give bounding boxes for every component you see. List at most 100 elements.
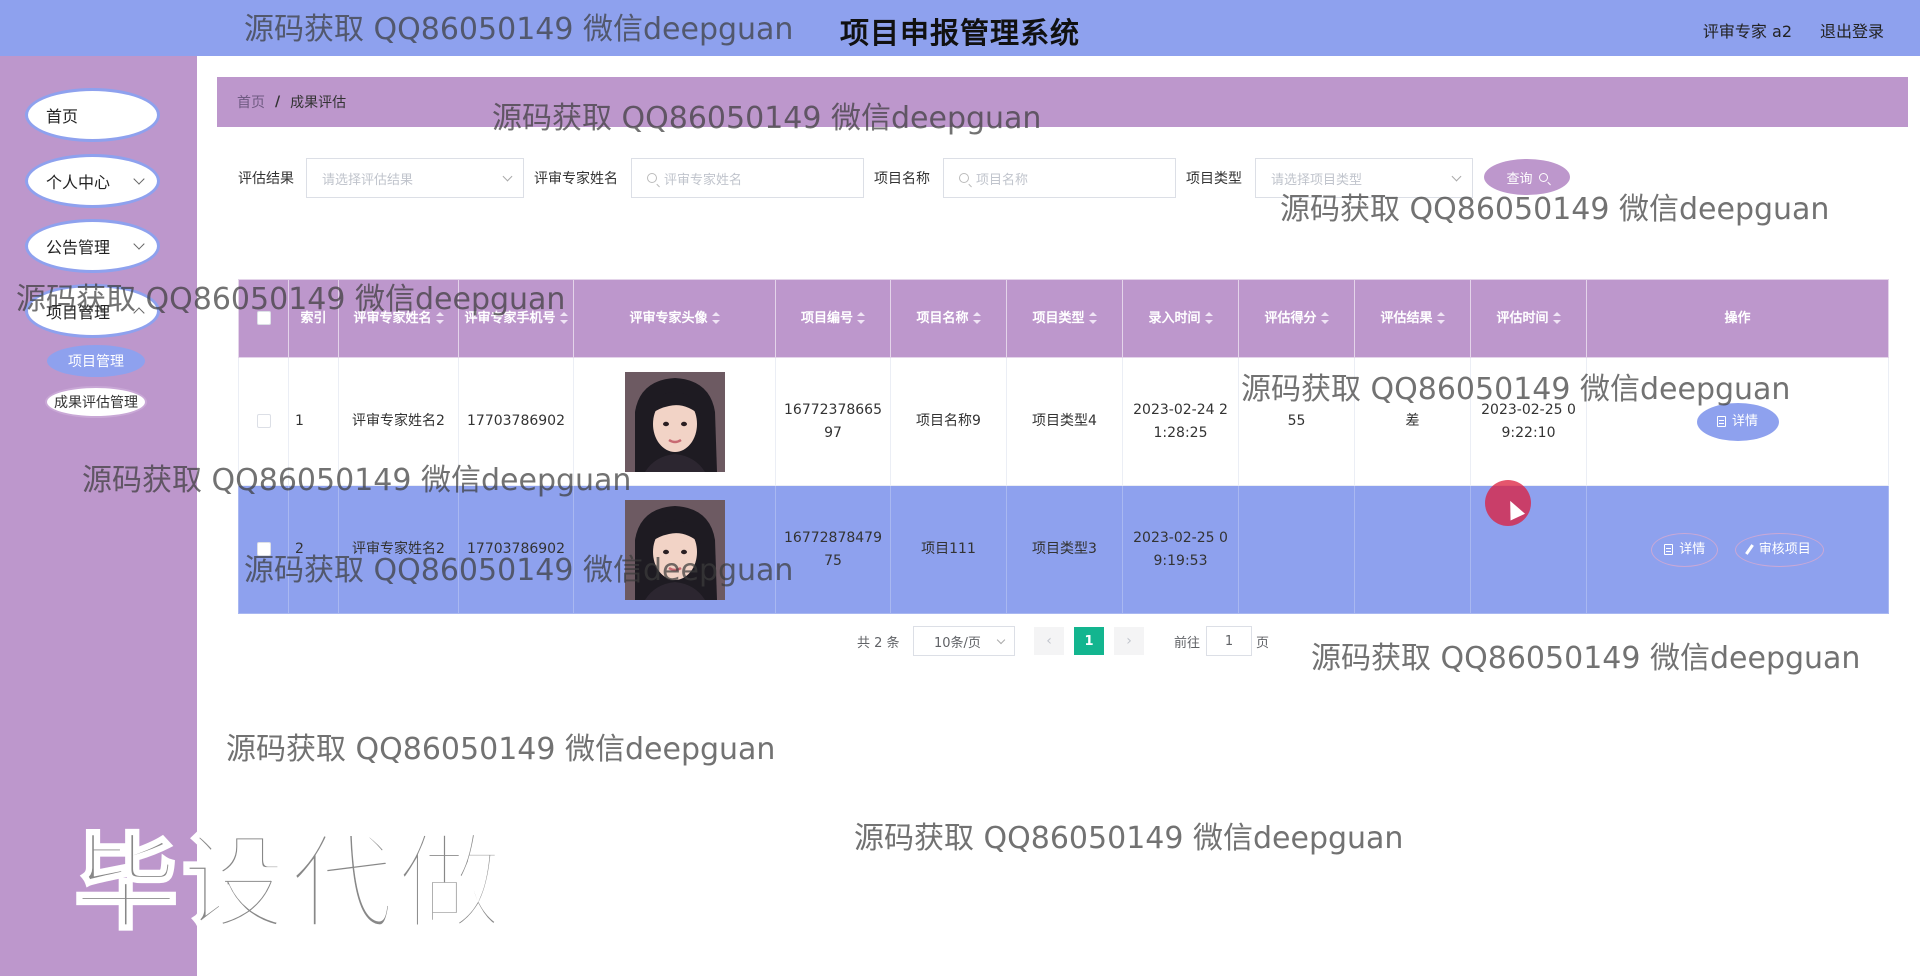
detail-button[interactable]: 详情 [1696,402,1779,441]
sidebar-subitem-label: 项目管理 [68,354,124,370]
result-select-placeholder: 请选择评估结果 [322,172,414,188]
goto-page-input[interactable]: 1 [1206,626,1252,656]
sort-icon[interactable] [711,312,720,324]
pagination-total: 共 2 条 [857,636,900,651]
sort-icon[interactable] [857,312,865,324]
cell-entry-time: 2023-02-24 21:28:25 [1122,357,1239,486]
col-header-score[interactable]: 评估得分 [1238,279,1355,358]
expert-name-input[interactable]: 评审专家姓名 [631,158,864,198]
col-header-project-type[interactable]: 项目类型 [1006,279,1123,358]
sort-icon[interactable] [1552,312,1561,324]
cell-entry-time: 2023-02-25 09:19:53 [1122,485,1239,614]
breadcrumb-current: 成果评估 [290,95,347,111]
chevron-right-icon: › [1126,633,1132,649]
col-header-entry-time[interactable]: 录入时间 [1122,279,1239,358]
cell-expert-name: 评审专家姓名2 [338,485,459,614]
logout-link[interactable]: 退出登录 [1820,18,1884,42]
col-header-project-code[interactable]: 项目编号 [775,279,891,358]
chevron-down-icon [1451,171,1462,182]
page-size-select[interactable]: 10条/页 [913,626,1015,656]
expert-filter-label: 评审专家姓名 [534,171,618,187]
search-icon [959,173,969,183]
sidebar-item-notice[interactable]: 公告管理 [25,219,160,273]
project-type-select[interactable]: 请选择项目类型 [1255,158,1473,198]
sort-icon[interactable] [435,312,444,324]
result-filter-label: 评估结果 [238,171,294,187]
type-filter-label: 项目类型 [1186,171,1242,187]
pagination: 共 2 条 10条/页 ‹ 1 › 前往 1 页 [0,626,1920,656]
sidebar-subitem-result-manage[interactable]: 成果评估管理 [45,386,147,418]
project-name-input[interactable]: 项目名称 [943,158,1176,198]
col-header-label: 项目编号 [800,310,853,326]
cell-project-code: 1677287847975 [775,485,891,614]
prev-page-button[interactable]: ‹ [1034,627,1064,655]
detail-button[interactable]: 详情 [1651,532,1719,567]
breadcrumb: 首页 / 成果评估 [217,77,1908,127]
sort-icon[interactable] [559,312,568,324]
goto-label: 前往 [1174,636,1201,651]
expert-name-placeholder: 评审专家姓名 [664,172,743,188]
col-header-index[interactable]: 索引 [288,279,339,358]
detail-button-label: 详情 [1679,542,1706,557]
cell-score [1238,485,1355,614]
cell-result: 差 [1354,357,1471,486]
col-header-eval-time[interactable]: 评估时间 [1470,279,1587,358]
next-page-button[interactable]: › [1114,627,1144,655]
cell-project-type: 项目类型3 [1006,485,1123,614]
col-header-expert-phone[interactable]: 评审专家手机号 [458,279,574,358]
table-header-row: 索引 评审专家姓名 评审专家手机号 评审专家头像 项目编号 项目名称 项目类型 … [238,279,1889,358]
col-header-actions: 操作 [1586,279,1889,358]
col-header-label: 索引 [300,310,327,326]
table-row[interactable]: 1 评审专家姓名2 17703786902 1677237866597 项目名称… [238,357,1889,486]
sidebar-item-label: 首页 [46,107,79,126]
project-name-placeholder: 项目名称 [976,172,1029,188]
project-type-placeholder: 请选择项目类型 [1271,172,1363,188]
breadcrumb-home[interactable]: 首页 [237,92,265,112]
watermark: 源码获取 QQ86050149 微信deepguan [226,732,776,767]
sort-icon[interactable] [1088,312,1097,324]
col-header-expert-avatar[interactable]: 评审专家头像 [573,279,776,358]
col-header-expert-name[interactable]: 评审专家姓名 [338,279,459,358]
sidebar-subitem-label: 成果评估管理 [54,395,138,411]
filter-bar: 评估结果 请选择评估结果 评审专家姓名 评审专家姓名 项目名称 项目名称 项目类… [0,158,1920,198]
row-checkbox[interactable] [256,542,271,556]
sort-icon[interactable] [1320,312,1329,324]
breadcrumb-separator: / [275,94,281,110]
cell-expert-avatar [573,357,776,486]
results-table: 索引 评审专家姓名 评审专家手机号 评审专家头像 项目编号 项目名称 项目类型 … [238,279,1889,614]
result-select[interactable]: 请选择评估结果 [306,158,524,198]
row-checkbox[interactable] [256,414,271,428]
query-button[interactable]: 查询 [1484,159,1570,195]
sort-icon[interactable] [972,312,981,324]
sort-icon[interactable] [1204,312,1213,324]
cell-score: 55 [1238,357,1355,486]
cell-project-name: 项目名称9 [890,357,1007,486]
page-number-1[interactable]: 1 [1074,627,1104,655]
select-all-checkbox[interactable] [256,311,271,325]
col-header-result[interactable]: 评估结果 [1354,279,1471,358]
cell-actions: 详情 [1586,357,1889,486]
cell-project-code: 1677237866597 [775,357,891,486]
table-row[interactable]: 2 评审专家姓名2 17703786902 1677287847975 项目11… [238,485,1889,614]
sidebar-subitem-project-manage[interactable]: 项目管理 [47,345,145,377]
sort-icon[interactable] [1436,312,1445,324]
cell-index: 2 [288,485,339,614]
project-filter-label: 项目名称 [874,171,930,187]
query-button-label: 查询 [1506,170,1533,186]
col-header-project-name[interactable]: 项目名称 [890,279,1007,358]
edit-icon [1744,544,1754,555]
sidebar-item-project[interactable]: 项目管理 [25,284,160,338]
sidebar-item-home[interactable]: 首页 [25,88,160,142]
review-button-label: 审核项目 [1758,542,1811,557]
goto-unit-label: 页 [1256,636,1270,651]
review-project-button[interactable]: 审核项目 [1734,532,1824,567]
chevron-down-icon [502,171,513,182]
col-header-label: 评审专家手机号 [464,310,556,326]
col-header-label: 评审专家头像 [629,310,708,326]
watermark: 源码获取 QQ86050149 微信deepguan [854,821,1404,856]
expert-avatar-image [624,499,725,600]
col-header-label: 操作 [1724,310,1751,326]
current-user[interactable]: 评审专家 a2 [1703,18,1792,42]
cell-result [1354,485,1471,614]
expert-avatar-image [624,371,725,472]
